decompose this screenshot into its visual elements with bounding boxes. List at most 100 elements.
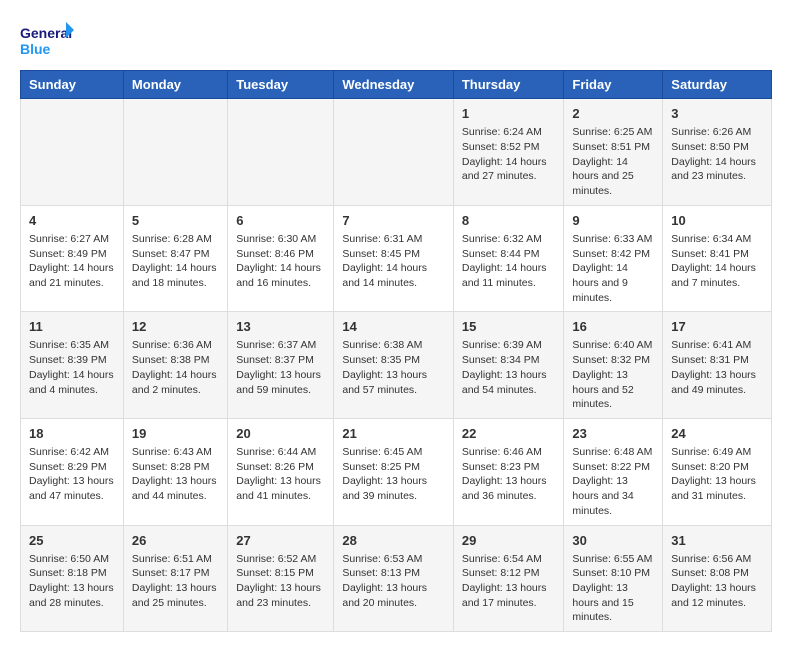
day-info: Sunrise: 6:42 AM Sunset: 8:29 PM Dayligh… <box>29 445 115 504</box>
day-number: 10 <box>671 212 763 230</box>
day-info: Sunrise: 6:25 AM Sunset: 8:51 PM Dayligh… <box>572 125 654 198</box>
day-info: Sunrise: 6:27 AM Sunset: 8:49 PM Dayligh… <box>29 232 115 291</box>
day-info: Sunrise: 6:51 AM Sunset: 8:17 PM Dayligh… <box>132 552 219 611</box>
day-number: 8 <box>462 212 556 230</box>
calendar-cell: 11 Sunrise: 6:35 AM Sunset: 8:39 PM Dayli… <box>21 312 124 419</box>
day-info: Sunrise: 6:48 AM Sunset: 8:22 PM Dayligh… <box>572 445 654 518</box>
calendar-cell: 15 Sunrise: 6:39 AM Sunset: 8:34 PM Dayli… <box>453 312 564 419</box>
calendar-week-row: 18 Sunrise: 6:42 AM Sunset: 8:29 PM Dayli… <box>21 418 772 525</box>
column-header-friday: Friday <box>564 71 663 99</box>
day-number: 15 <box>462 318 556 336</box>
day-number: 6 <box>236 212 325 230</box>
day-number: 3 <box>671 105 763 123</box>
day-number: 14 <box>342 318 445 336</box>
day-info: Sunrise: 6:54 AM Sunset: 8:12 PM Dayligh… <box>462 552 556 611</box>
day-info: Sunrise: 6:43 AM Sunset: 8:28 PM Dayligh… <box>132 445 219 504</box>
calendar-cell: 16Sunrise: 6:40 AM Sunset: 8:32 PM Dayli… <box>564 312 663 419</box>
calendar-cell: 29 Sunrise: 6:54 AM Sunset: 8:12 PM Dayli… <box>453 525 564 632</box>
day-info: Sunrise: 6:39 AM Sunset: 8:34 PM Dayligh… <box>462 338 556 397</box>
calendar-cell: 3Sunrise: 6:26 AM Sunset: 8:50 PM Daylig… <box>663 99 772 206</box>
column-header-sunday: Sunday <box>21 71 124 99</box>
column-header-tuesday: Tuesday <box>228 71 334 99</box>
column-header-thursday: Thursday <box>453 71 564 99</box>
day-number: 9 <box>572 212 654 230</box>
calendar-cell: 19Sunrise: 6:43 AM Sunset: 8:28 PM Dayli… <box>123 418 227 525</box>
calendar-cell: 28 Sunrise: 6:53 AM Sunset: 8:13 PM Dayli… <box>334 525 454 632</box>
day-number: 13 <box>236 318 325 336</box>
calendar-cell <box>228 99 334 206</box>
day-number: 17 <box>671 318 763 336</box>
day-info: Sunrise: 6:34 AM Sunset: 8:41 PM Dayligh… <box>671 232 763 291</box>
calendar-cell: 31Sunrise: 6:56 AM Sunset: 8:08 PM Dayli… <box>663 525 772 632</box>
calendar-week-row: 11 Sunrise: 6:35 AM Sunset: 8:39 PM Dayli… <box>21 312 772 419</box>
calendar-cell: 8Sunrise: 6:32 AM Sunset: 8:44 PM Daylig… <box>453 205 564 312</box>
calendar-cell: 9Sunrise: 6:33 AM Sunset: 8:42 PM Daylig… <box>564 205 663 312</box>
day-number: 2 <box>572 105 654 123</box>
day-number: 23 <box>572 425 654 443</box>
calendar-cell <box>334 99 454 206</box>
day-info: Sunrise: 6:53 AM Sunset: 8:13 PM Dayligh… <box>342 552 445 611</box>
day-info: Sunrise: 6:28 AM Sunset: 8:47 PM Dayligh… <box>132 232 219 291</box>
day-info: Sunrise: 6:49 AM Sunset: 8:20 PM Dayligh… <box>671 445 763 504</box>
calendar-table: SundayMondayTuesdayWednesdayThursdayFrid… <box>20 70 772 632</box>
calendar-week-row: 4 Sunrise: 6:27 AM Sunset: 8:49 PM Daylig… <box>21 205 772 312</box>
day-number: 7 <box>342 212 445 230</box>
day-number: 29 <box>462 532 556 550</box>
calendar-cell: 20Sunrise: 6:44 AM Sunset: 8:26 PM Dayli… <box>228 418 334 525</box>
calendar-cell: 21Sunrise: 6:45 AM Sunset: 8:25 PM Dayli… <box>334 418 454 525</box>
calendar-cell: 23 Sunrise: 6:48 AM Sunset: 8:22 PM Dayli… <box>564 418 663 525</box>
day-info: Sunrise: 6:52 AM Sunset: 8:15 PM Dayligh… <box>236 552 325 611</box>
column-header-saturday: Saturday <box>663 71 772 99</box>
day-number: 26 <box>132 532 219 550</box>
calendar-cell: 1Sunrise: 6:24 AM Sunset: 8:52 PM Daylig… <box>453 99 564 206</box>
column-header-wednesday: Wednesday <box>334 71 454 99</box>
calendar-cell: 5 Sunrise: 6:28 AM Sunset: 8:47 PM Daylig… <box>123 205 227 312</box>
calendar-cell: 24 Sunrise: 6:49 AM Sunset: 8:20 PM Dayli… <box>663 418 772 525</box>
calendar-cell: 18 Sunrise: 6:42 AM Sunset: 8:29 PM Dayli… <box>21 418 124 525</box>
calendar-cell: 26 Sunrise: 6:51 AM Sunset: 8:17 PM Dayli… <box>123 525 227 632</box>
day-info: Sunrise: 6:55 AM Sunset: 8:10 PM Dayligh… <box>572 552 654 625</box>
day-number: 30 <box>572 532 654 550</box>
calendar-cell <box>21 99 124 206</box>
day-number: 18 <box>29 425 115 443</box>
column-header-monday: Monday <box>123 71 227 99</box>
calendar-cell: 4 Sunrise: 6:27 AM Sunset: 8:49 PM Daylig… <box>21 205 124 312</box>
day-number: 28 <box>342 532 445 550</box>
calendar-cell: 12Sunrise: 6:36 AM Sunset: 8:38 PM Dayli… <box>123 312 227 419</box>
calendar-cell: 7 Sunrise: 6:31 AM Sunset: 8:45 PM Daylig… <box>334 205 454 312</box>
header: GeneralBlue <box>20 20 772 60</box>
calendar-cell: 14 Sunrise: 6:38 AM Sunset: 8:35 PM Dayli… <box>334 312 454 419</box>
day-number: 31 <box>671 532 763 550</box>
day-info: Sunrise: 6:38 AM Sunset: 8:35 PM Dayligh… <box>342 338 445 397</box>
logo: GeneralBlue <box>20 20 75 60</box>
calendar-cell: 6Sunrise: 6:30 AM Sunset: 8:46 PM Daylig… <box>228 205 334 312</box>
calendar-cell: 22Sunrise: 6:46 AM Sunset: 8:23 PM Dayli… <box>453 418 564 525</box>
calendar-cell: 13Sunrise: 6:37 AM Sunset: 8:37 PM Dayli… <box>228 312 334 419</box>
calendar-header-row: SundayMondayTuesdayWednesdayThursdayFrid… <box>21 71 772 99</box>
calendar-cell: 25 Sunrise: 6:50 AM Sunset: 8:18 PM Dayli… <box>21 525 124 632</box>
day-number: 11 <box>29 318 115 336</box>
calendar-week-row: 25 Sunrise: 6:50 AM Sunset: 8:18 PM Dayli… <box>21 525 772 632</box>
day-info: Sunrise: 6:44 AM Sunset: 8:26 PM Dayligh… <box>236 445 325 504</box>
day-number: 24 <box>671 425 763 443</box>
day-info: Sunrise: 6:45 AM Sunset: 8:25 PM Dayligh… <box>342 445 445 504</box>
calendar-cell: 17 Sunrise: 6:41 AM Sunset: 8:31 PM Dayli… <box>663 312 772 419</box>
svg-text:General: General <box>20 25 72 41</box>
day-info: Sunrise: 6:50 AM Sunset: 8:18 PM Dayligh… <box>29 552 115 611</box>
day-info: Sunrise: 6:35 AM Sunset: 8:39 PM Dayligh… <box>29 338 115 397</box>
day-number: 5 <box>132 212 219 230</box>
day-number: 4 <box>29 212 115 230</box>
day-number: 16 <box>572 318 654 336</box>
day-number: 12 <box>132 318 219 336</box>
day-info: Sunrise: 6:41 AM Sunset: 8:31 PM Dayligh… <box>671 338 763 397</box>
day-number: 25 <box>29 532 115 550</box>
day-info: Sunrise: 6:46 AM Sunset: 8:23 PM Dayligh… <box>462 445 556 504</box>
calendar-cell: 30 Sunrise: 6:55 AM Sunset: 8:10 PM Dayli… <box>564 525 663 632</box>
calendar-week-row: 1Sunrise: 6:24 AM Sunset: 8:52 PM Daylig… <box>21 99 772 206</box>
calendar-cell: 10 Sunrise: 6:34 AM Sunset: 8:41 PM Dayli… <box>663 205 772 312</box>
calendar-cell: 27 Sunrise: 6:52 AM Sunset: 8:15 PM Dayli… <box>228 525 334 632</box>
day-number: 27 <box>236 532 325 550</box>
day-number: 1 <box>462 105 556 123</box>
logo-svg: GeneralBlue <box>20 20 75 60</box>
day-info: Sunrise: 6:31 AM Sunset: 8:45 PM Dayligh… <box>342 232 445 291</box>
